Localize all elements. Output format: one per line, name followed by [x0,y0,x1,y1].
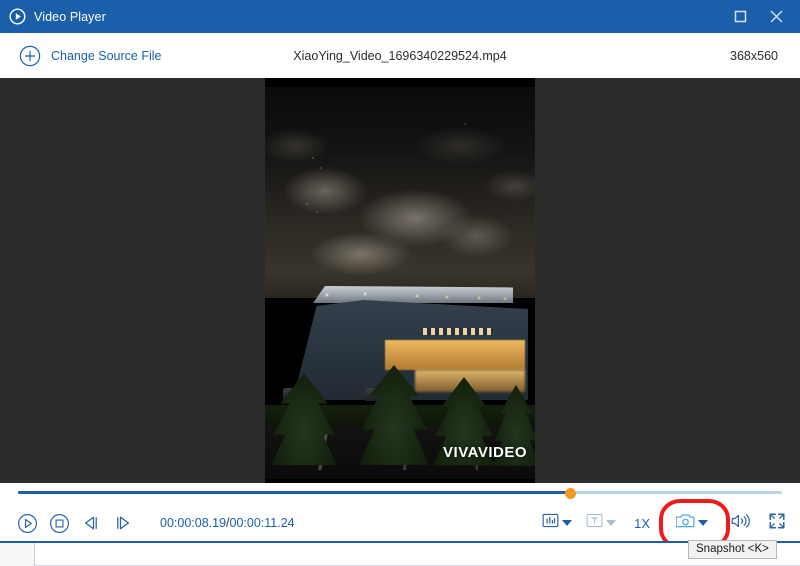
play-circle-icon [9,8,26,25]
app-title: Video Player [34,10,106,24]
subtitle-icon[interactable] [586,512,603,534]
bottom-panel [0,543,800,566]
total-time: 00:00:11.24 [230,516,295,530]
building-lit-floor-1 [385,340,525,370]
subtitle-chevron-down-icon[interactable] [606,520,616,526]
video-frame[interactable]: VIVAVIDEO [265,78,535,483]
play-button[interactable] [16,512,38,534]
audio-track-group[interactable] [542,512,572,534]
previous-frame-icon [81,514,101,532]
progress-fill [18,491,570,494]
building-roof-lights [321,290,511,300]
progress-track[interactable] [18,491,782,494]
progress-handle[interactable] [565,488,576,499]
time-display: 00:00:08.19/00:00:11.24 [160,516,295,530]
maximize-button[interactable] [724,2,756,32]
maximize-icon [734,10,747,23]
building-window-strip [423,328,493,335]
resolution-label: 368x560 [730,49,778,63]
video-watermark: VIVAVIDEO [443,444,527,461]
play-circle-icon [17,513,38,534]
stop-button[interactable] [48,512,70,534]
current-time: 00:00:08.19 [160,516,226,530]
audio-track-icon[interactable] [542,512,559,534]
bottom-panel-gutter [0,543,35,566]
plus-circle-icon [19,45,41,67]
snapshot-tooltip: Snapshot <K> [688,540,777,559]
close-icon [769,9,784,24]
title-bar: Video Player [0,0,800,33]
camera-icon[interactable] [676,512,695,534]
next-frame-button[interactable] [112,512,134,534]
snapshot-group[interactable] [676,512,708,534]
sky-lights-layer [265,86,535,298]
source-bar: Change Source File XiaoYing_Video_169634… [0,33,800,78]
snapshot-chevron-down-icon[interactable] [698,520,708,526]
change-source-file-label: Change Source File [51,49,161,63]
subtitle-group[interactable] [586,512,616,534]
window-controls [724,0,792,33]
progress-bar-area[interactable] [0,483,800,505]
previous-frame-button[interactable] [80,512,102,534]
volume-group[interactable] [730,512,750,535]
video-letterbox-top [265,78,535,87]
volume-icon[interactable] [730,512,750,535]
video-player-window: Video Player [0,0,800,566]
fullscreen-icon[interactable] [768,512,786,535]
playback-controls: 00:00:08.19/00:00:11.24 [0,505,800,541]
audio-track-chevron-down-icon[interactable] [562,520,572,526]
transport-controls: 00:00:08.19/00:00:11.24 [16,512,295,534]
title-bar-brand: Video Player [9,8,106,25]
video-stage[interactable]: VIVAVIDEO [0,78,800,483]
next-frame-icon [113,514,133,532]
stop-circle-icon [49,513,70,534]
fullscreen-group[interactable] [768,512,786,535]
close-button[interactable] [760,2,792,32]
change-source-file-button[interactable]: Change Source File [19,45,161,67]
playback-speed-button[interactable]: 1X [634,516,650,531]
right-controls: 1X [528,512,786,535]
